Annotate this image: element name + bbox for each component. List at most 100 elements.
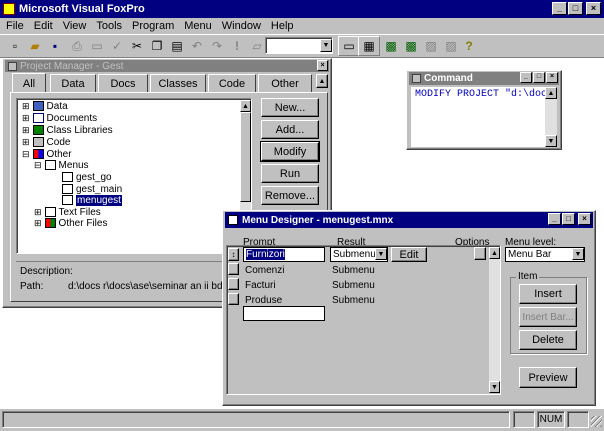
pm-remove-button[interactable]: Remove...: [261, 186, 319, 205]
maximize-button[interactable]: □: [568, 2, 583, 15]
options-button[interactable]: [474, 247, 486, 260]
open-folder-icon[interactable]: ▰: [24, 36, 46, 56]
toolbar-combo[interactable]: ▼: [265, 37, 333, 54]
menu-file[interactable]: File: [6, 20, 24, 32]
insert-button[interactable]: Insert: [519, 284, 577, 304]
command-text-area[interactable]: MODIFY PROJECT "d:\doc: [411, 87, 545, 147]
pm-new-button[interactable]: New...: [261, 98, 319, 117]
delete-button[interactable]: Delete: [519, 330, 577, 350]
menu-help[interactable]: Help: [271, 20, 294, 32]
collapse-icon[interactable]: ⊟: [22, 149, 30, 160]
tree-scroll-up-icon[interactable]: ▲: [240, 100, 251, 112]
tree-item-gest-go[interactable]: gest_go: [62, 171, 112, 183]
print-preview-icon[interactable]: ▭: [86, 36, 108, 56]
project-manager-titlebar[interactable]: Project Manager - Gest ×: [5, 60, 329, 72]
tab-code[interactable]: Code: [208, 74, 256, 92]
command-scroll-up-icon[interactable]: ▲: [545, 87, 557, 99]
pm-collapse-button[interactable]: ▲: [316, 74, 328, 88]
command-scroll-down-icon[interactable]: ▼: [545, 135, 557, 147]
list-item-prompt[interactable]: Comenzi: [245, 265, 284, 276]
chevron-down-icon[interactable]: ▼: [320, 39, 332, 52]
expand-icon[interactable]: ⊞: [34, 207, 42, 218]
menu-tools[interactable]: Tools: [96, 20, 122, 32]
resize-grip-icon[interactable]: [591, 416, 602, 427]
minimize-button[interactable]: _: [552, 2, 567, 15]
tab-classes[interactable]: Classes: [150, 74, 206, 92]
copy-icon[interactable]: ❐: [146, 36, 168, 56]
expand-icon[interactable]: ⊞: [22, 137, 30, 148]
list-item-result[interactable]: Submenu: [332, 280, 375, 291]
menu-level-select[interactable]: Menu Bar ▼: [505, 247, 585, 262]
cut-icon[interactable]: ✂: [126, 36, 148, 56]
save-icon[interactable]: ▪: [44, 36, 66, 56]
close-button[interactable]: ×: [586, 2, 601, 15]
row-mover-icon[interactable]: ↕: [228, 248, 239, 261]
pm-add-button[interactable]: Add...: [261, 120, 319, 139]
new-prompt-field[interactable]: [243, 306, 325, 321]
menu-edit[interactable]: Edit: [34, 20, 53, 32]
menu-window[interactable]: Window: [222, 20, 261, 32]
spelling-icon[interactable]: ✓: [106, 36, 128, 56]
command-titlebar[interactable]: Command _ □ ×: [409, 72, 559, 85]
command-minimize-button[interactable]: _: [520, 72, 532, 83]
grid-scroll-down-icon[interactable]: ▼: [489, 381, 500, 393]
grid-scrollbar[interactable]: [489, 247, 500, 393]
menu-view[interactable]: View: [63, 20, 87, 32]
list-item-result[interactable]: Submenu: [332, 265, 375, 276]
grid-scroll-up-icon[interactable]: ▲: [489, 247, 500, 259]
chevron-down-icon[interactable]: ▼: [375, 248, 387, 260]
md-minimize-button[interactable]: _: [548, 213, 561, 225]
list-item-prompt[interactable]: Produse: [245, 295, 282, 306]
list-item-result[interactable]: Submenu: [332, 295, 375, 306]
md-maximize-button[interactable]: □: [562, 213, 575, 225]
tree-item-other-files[interactable]: ⊞ Other Files: [34, 217, 107, 229]
tab-docs[interactable]: Docs: [98, 74, 148, 92]
menu-designer-titlebar[interactable]: Menu Designer - menugest.mnx _ □ ×: [225, 212, 593, 228]
pm-run-button[interactable]: Run: [261, 164, 319, 183]
tree-item-menus[interactable]: ⊟ Menus: [34, 159, 89, 171]
md-close-button[interactable]: ×: [578, 213, 591, 225]
tree-item-code[interactable]: ⊞ Code: [22, 136, 70, 148]
list-item-prompt[interactable]: Facturi: [245, 280, 276, 291]
prompt-field[interactable]: Furnizori: [243, 247, 325, 262]
expand-icon[interactable]: ⊞: [22, 101, 30, 112]
insert-bar-button[interactable]: Insert Bar...: [519, 307, 577, 327]
menu-menu[interactable]: Menu: [184, 20, 212, 32]
redo-icon[interactable]: ↷: [206, 36, 228, 56]
row-mover-icon[interactable]: [228, 293, 239, 305]
report-designer-icon[interactable]: ▩: [400, 36, 422, 56]
tab-all[interactable]: All: [12, 73, 46, 93]
form-designer-icon[interactable]: ▨: [420, 36, 442, 56]
expand-icon[interactable]: ⊞: [22, 113, 30, 124]
database-designer-icon[interactable]: ▩: [380, 36, 402, 56]
undo-icon[interactable]: ↶: [186, 36, 208, 56]
tree-item-documents[interactable]: ⊞ Documents: [22, 112, 97, 124]
menu-program[interactable]: Program: [132, 20, 174, 32]
expand-icon[interactable]: ⊞: [22, 125, 30, 136]
tree-item-menugest[interactable]: menugest: [62, 194, 122, 206]
preview-button[interactable]: Preview: [519, 367, 577, 388]
print-icon[interactable]: ⎙: [66, 36, 88, 56]
pm-close-button[interactable]: ×: [317, 60, 328, 71]
new-file-icon[interactable]: ▫: [4, 36, 26, 56]
tab-other[interactable]: Other: [258, 74, 312, 92]
row-mover-icon[interactable]: [228, 263, 239, 275]
row-mover-icon[interactable]: [228, 278, 239, 290]
edit-button[interactable]: Edit: [391, 247, 427, 262]
command-maximize-button[interactable]: □: [533, 72, 545, 83]
result-select[interactable]: Submenu ▼: [330, 247, 388, 262]
command-close-button[interactable]: ×: [546, 72, 558, 83]
tab-data[interactable]: Data: [50, 74, 96, 92]
data-session-icon[interactable]: ▦: [358, 36, 380, 56]
chevron-down-icon[interactable]: ▼: [572, 248, 584, 260]
help-icon[interactable]: ?: [458, 36, 480, 56]
tree-item-class-libraries[interactable]: ⊞ Class Libraries: [22, 124, 113, 136]
run-icon[interactable]: !: [226, 36, 248, 56]
pm-modify-button[interactable]: Modify: [260, 141, 320, 162]
tree-item-data[interactable]: ⊞ Data: [22, 100, 68, 112]
expand-icon[interactable]: ⊞: [34, 218, 42, 229]
collapse-icon[interactable]: ⊟: [34, 160, 42, 171]
tree-scroll-thumb[interactable]: [240, 112, 251, 202]
command-window-icon[interactable]: ▭: [338, 36, 360, 56]
paste-icon[interactable]: ▤: [166, 36, 188, 56]
